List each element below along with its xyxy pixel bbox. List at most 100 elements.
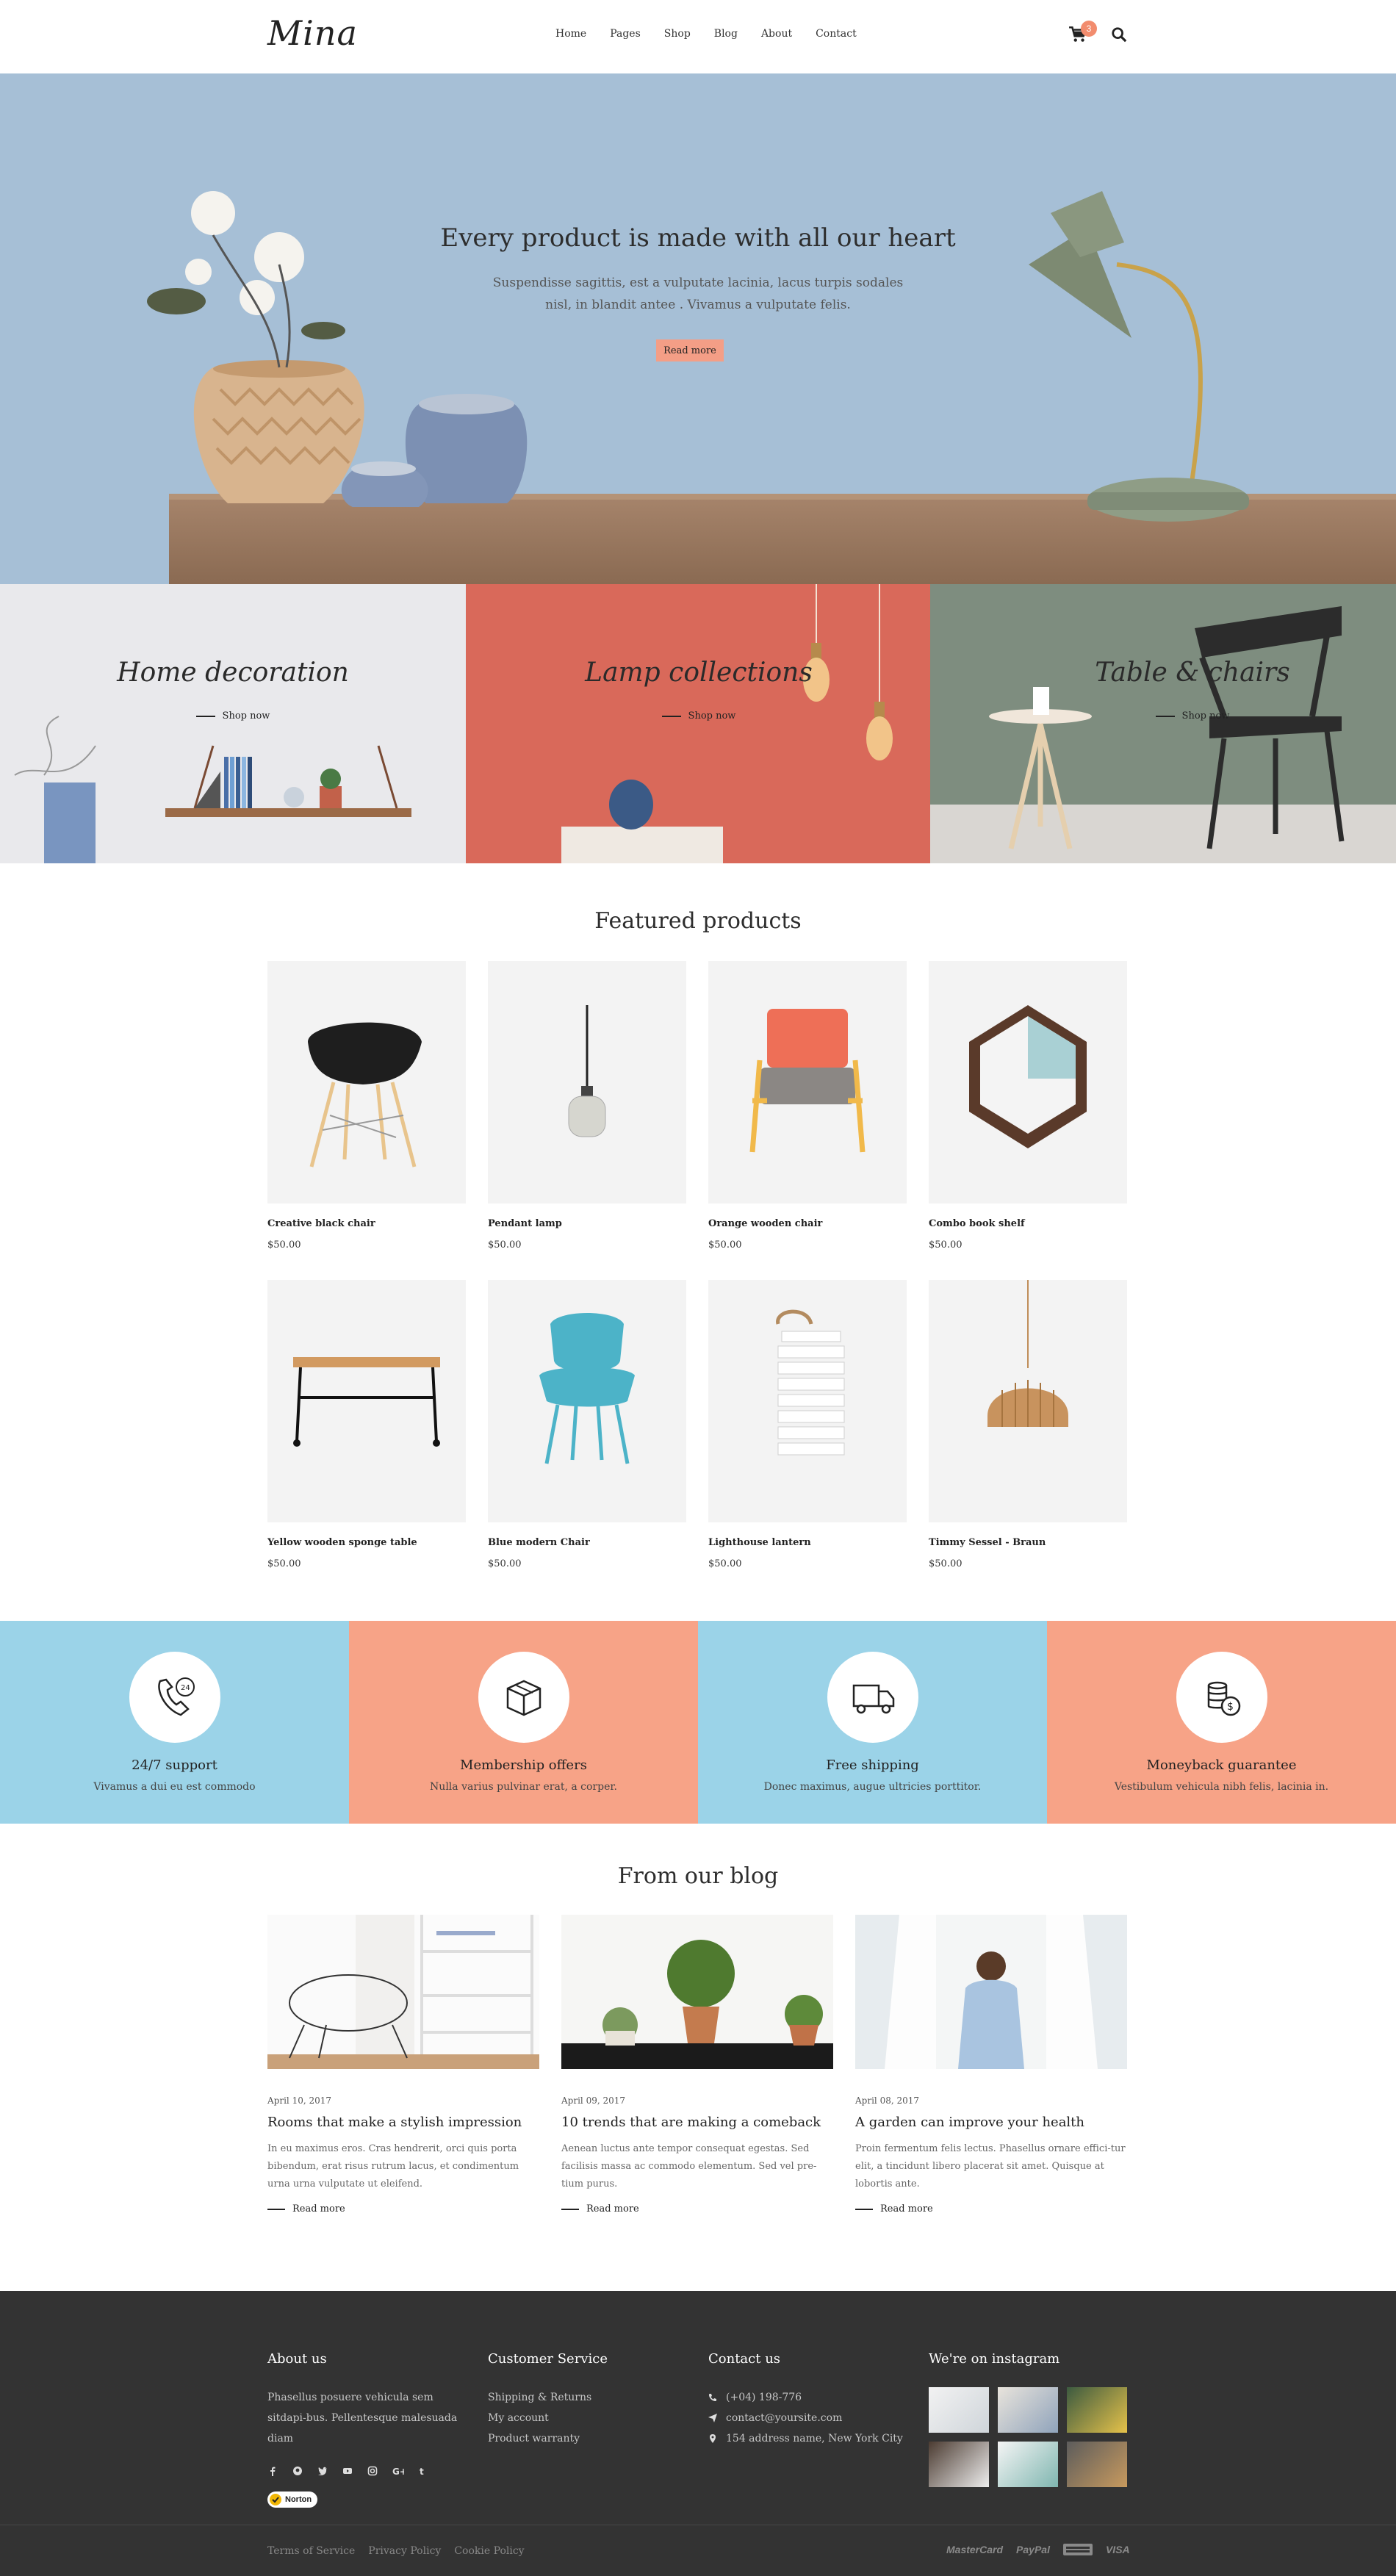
product-name[interactable]: Yellow wooden sponge table <box>267 1537 466 1548</box>
wooden-pendant-image <box>987 1280 1068 1427</box>
product-card[interactable]: Blue modern Chair $50.00 <box>488 1280 686 1569</box>
blog-post-date: April 09, 2017 <box>561 2095 626 2106</box>
send-icon <box>708 2414 717 2422</box>
blue-chair-image <box>539 1313 635 1464</box>
product-image[interactable] <box>267 961 466 1204</box>
footer-instagram-title: We're on instagram <box>929 2351 1060 2367</box>
instagram-thumb[interactable] <box>1067 2442 1127 2487</box>
terms-link[interactable]: Terms of Service <box>267 2545 355 2557</box>
blog-read-more-link[interactable]: Read more <box>855 2203 1127 2215</box>
pinterest-icon[interactable] <box>292 2465 303 2475</box>
wooden-table-image <box>293 1357 440 1447</box>
product-name[interactable]: Blue modern Chair <box>488 1537 686 1548</box>
coins-dollar-icon: $ <box>1207 1681 1241 1716</box>
instagram-icon[interactable] <box>367 2465 378 2476</box>
blog-post-date: April 10, 2017 <box>267 2095 332 2106</box>
instagram-thumb[interactable] <box>998 2387 1058 2433</box>
product-card[interactable]: Lighthouse lantern $50.00 <box>708 1280 907 1569</box>
feature-icon-circle: $ <box>1176 1652 1267 1743</box>
blog-post-date: April 08, 2017 <box>855 2095 920 2106</box>
category-shop-now-link[interactable]: Shop now <box>466 710 932 722</box>
twitter-icon[interactable] <box>317 2465 328 2476</box>
category-lamp-collections[interactable]: Lamp collections Shop now <box>466 584 932 863</box>
product-card[interactable]: Orange wooden chair $50.00 <box>708 961 907 1251</box>
product-card[interactable]: Timmy Sessel - Braun $50.00 <box>929 1280 1127 1569</box>
product-image[interactable] <box>929 961 1127 1204</box>
product-image[interactable] <box>488 1280 686 1522</box>
product-price: $50.00 <box>929 1558 963 1569</box>
footer-link-warranty[interactable]: Product warranty <box>488 2433 580 2444</box>
blog-post-title[interactable]: 10 trends that are making a comeback <box>561 2115 833 2130</box>
blog-post-image[interactable] <box>855 1915 1127 2069</box>
instagram-thumb[interactable] <box>1067 2387 1127 2433</box>
product-name[interactable]: Pendant lamp <box>488 1218 686 1229</box>
product-price: $50.00 <box>267 1558 301 1569</box>
footer-phone: (+04) 198-776 <box>726 2392 802 2403</box>
google-plus-icon[interactable]: G+ <box>392 2465 407 2477</box>
footer-address: 154 address name, New York City <box>726 2433 903 2444</box>
lantern-image <box>776 1309 845 1456</box>
cart-count-badge: 3 <box>1081 21 1097 37</box>
category-shop-now-link[interactable]: Shop now <box>0 710 466 722</box>
orange-chair-image <box>749 1009 866 1153</box>
product-card[interactable]: Combo book shelf $50.00 <box>929 961 1127 1251</box>
footer-link-shipping[interactable]: Shipping & Returns <box>488 2392 591 2403</box>
category-home-decoration[interactable]: Home decoration Shop now <box>0 584 466 863</box>
youtube-icon[interactable] <box>342 2465 353 2475</box>
blog-post-image[interactable] <box>267 1915 539 2069</box>
blog-read-more-link[interactable]: Read more <box>561 2203 833 2215</box>
nav-shop[interactable]: Shop <box>664 28 691 40</box>
product-name[interactable]: Combo book shelf <box>929 1218 1127 1229</box>
visa-logo: VISA <box>1105 2544 1130 2555</box>
footer-contact: Contact us (+04) 198-776 contact@yoursit… <box>708 2351 914 2449</box>
category-shop-now-link[interactable]: Shop now <box>960 710 1396 722</box>
blog-post-image[interactable] <box>561 1915 833 2069</box>
phone-icon <box>709 2394 716 2401</box>
hero-read-more-button[interactable]: Read more <box>656 339 724 361</box>
footer-service-links: Shipping & Returns My account Product wa… <box>488 2387 694 2449</box>
product-image[interactable] <box>267 1280 466 1522</box>
product-image[interactable] <box>708 961 907 1204</box>
product-name[interactable]: Orange wooden chair <box>708 1218 907 1229</box>
product-image[interactable] <box>708 1280 907 1522</box>
blog-post-title[interactable]: Rooms that make a stylish impression <box>267 2115 539 2130</box>
cart-button[interactable]: 3 <box>1068 21 1097 47</box>
product-name[interactable]: Lighthouse lantern <box>708 1537 907 1548</box>
product-card[interactable]: Creative black chair $50.00 <box>267 961 466 1251</box>
product-image[interactable] <box>488 961 686 1204</box>
hero-title: Every product is made with all our heart <box>440 223 956 253</box>
payment-methods: MasterCard PayPal VISA <box>946 2544 1130 2555</box>
feature-icon-circle <box>827 1652 918 1743</box>
nav-contact[interactable]: Contact <box>816 28 857 40</box>
product-card[interactable]: Yellow wooden sponge table $50.00 <box>267 1280 466 1569</box>
mastercard-logo: MasterCard <box>946 2544 1004 2555</box>
footer-email[interactable]: contact@yoursite.com <box>726 2408 842 2428</box>
product-name[interactable]: Timmy Sessel - Braun <box>929 1537 1127 1548</box>
privacy-link[interactable]: Privacy Policy <box>368 2545 441 2557</box>
social-links: G+ t <box>267 2465 473 2477</box>
search-button[interactable] <box>1111 26 1130 46</box>
nav-about[interactable]: About <box>761 28 792 40</box>
blog-read-more-link[interactable]: Read more <box>267 2203 539 2215</box>
instagram-thumb[interactable] <box>929 2442 989 2487</box>
category-title: Home decoration <box>117 658 349 688</box>
tumblr-icon[interactable]: t <box>417 2465 428 2477</box>
site-footer: About us Phasellus posuere vehicula sem … <box>0 2291 1396 2576</box>
product-image[interactable] <box>929 1280 1127 1522</box>
gift-box-icon <box>506 1680 542 1716</box>
nav-blog[interactable]: Blog <box>714 28 738 40</box>
product-name[interactable]: Creative black chair <box>267 1218 466 1229</box>
site-logo[interactable]: Mina <box>267 13 358 53</box>
footer-link-account[interactable]: My account <box>488 2412 549 2424</box>
instagram-thumb[interactable] <box>929 2387 989 2433</box>
nav-home[interactable]: Home <box>555 28 586 40</box>
instagram-thumb[interactable] <box>998 2442 1058 2487</box>
category-table-chairs[interactable]: Table & chairs Shop now <box>930 584 1396 863</box>
feature-title: Moneyback guarantee <box>1146 1757 1297 1773</box>
nav-pages[interactable]: Pages <box>610 28 641 40</box>
room-chair-photo <box>267 1915 539 2069</box>
cookie-link[interactable]: Cookie Policy <box>454 2545 524 2557</box>
product-card[interactable]: Pendant lamp $50.00 <box>488 961 686 1251</box>
blog-post-title[interactable]: A garden can improve your health <box>855 2115 1127 2130</box>
facebook-icon[interactable] <box>267 2465 278 2476</box>
